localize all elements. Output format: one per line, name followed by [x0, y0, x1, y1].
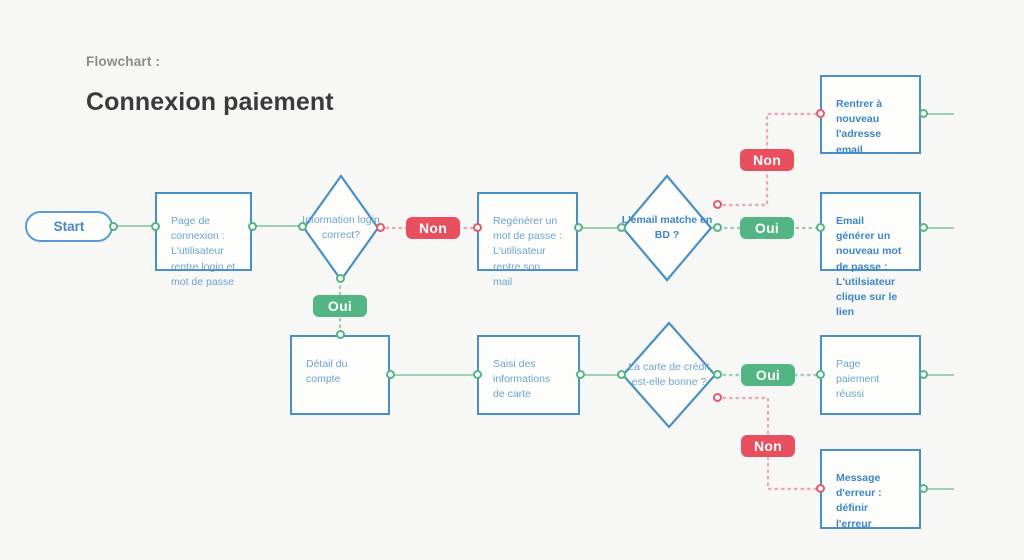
port-payment-success-in[interactable]: [816, 370, 825, 379]
diamond-shape: [621, 321, 717, 429]
port-card-valid-no[interactable]: [713, 393, 722, 402]
node-account-detail[interactable]: Détail du compte: [290, 335, 390, 415]
diamond-shape: [302, 174, 380, 282]
node-regen-password[interactable]: Regénérer un mot de passe : L'utilisateu…: [477, 192, 578, 288]
node-card-info-label: Saisi des informations de carte: [493, 358, 551, 401]
port-login-page-in[interactable]: [151, 222, 160, 231]
node-login-page-label: Page de connexion : L'utilisateur rentre…: [171, 215, 236, 288]
port-login-page-out[interactable]: [248, 222, 257, 231]
edge-label-text: Non: [752, 152, 782, 168]
port-account-detail-in[interactable]: [336, 330, 345, 339]
node-email-generated[interactable]: Email générer un nouveau mot de passe : …: [820, 192, 921, 318]
edge-label-card-yes[interactable]: Oui: [741, 364, 795, 386]
flowchart-canvas: Flowchart : Connexion paiement Start Pag…: [0, 0, 1024, 560]
port-payment-success-out[interactable]: [919, 370, 928, 379]
node-reenter-email[interactable]: Rentrer à nouveau l'adresse email: [820, 75, 921, 156]
edge-label-email-no[interactable]: Non: [740, 149, 794, 171]
port-regen-password-in[interactable]: [473, 223, 482, 232]
port-card-info-out[interactable]: [576, 370, 585, 379]
port-card-valid-in[interactable]: [617, 370, 626, 379]
edge-label-login-no[interactable]: Non: [406, 217, 460, 239]
node-start[interactable]: Start: [25, 211, 113, 242]
node-regen-password-label: Regénérer un mot de passe : L'utilisateu…: [493, 215, 562, 288]
port-card-valid-yes[interactable]: [713, 370, 722, 379]
node-payment-success-label: Page paiement réussi: [836, 358, 880, 401]
port-email-match-in[interactable]: [617, 223, 626, 232]
port-error-message-in[interactable]: [816, 484, 825, 493]
port-regen-password-out[interactable]: [574, 223, 583, 232]
port-login-check-yes[interactable]: [336, 274, 345, 283]
node-card-info[interactable]: Saisi des informations de carte: [477, 335, 580, 415]
node-account-detail-label: Détail du compte: [306, 358, 348, 386]
node-card-valid[interactable]: La carte de crédit est-elle bonne ?: [621, 321, 717, 429]
node-payment-success[interactable]: Page paiement réussi: [820, 335, 921, 415]
port-reenter-email-out[interactable]: [919, 109, 928, 118]
port-account-detail-out[interactable]: [386, 370, 395, 379]
page-title: Connexion paiement: [86, 88, 334, 116]
edge-label-text: Oui: [754, 220, 780, 236]
port-email-generated-in[interactable]: [816, 223, 825, 232]
node-error-message[interactable]: Message d'erreur : définir l'erreur: [820, 449, 921, 530]
node-email-match[interactable]: L'email matche en BD ?: [621, 174, 713, 282]
edge-label-text: Oui: [755, 367, 781, 383]
node-start-label: Start: [53, 219, 85, 234]
edge-label-login-yes[interactable]: Oui: [313, 295, 367, 317]
node-reenter-email-label: Rentrer à nouveau l'adresse email: [836, 98, 883, 156]
edge-label-text: Non: [418, 220, 448, 236]
node-error-message-label: Message d'erreur : définir l'erreur: [836, 472, 882, 530]
port-reenter-email-in[interactable]: [816, 109, 825, 118]
flowchart-kicker: Flowchart :: [86, 54, 161, 69]
edge-label-text: Non: [753, 438, 783, 454]
port-login-check-no[interactable]: [376, 223, 385, 232]
port-email-generated-out[interactable]: [919, 223, 928, 232]
edge-label-email-yes[interactable]: Oui: [740, 217, 794, 239]
diamond-shape: [621, 174, 713, 282]
port-email-match-yes[interactable]: [713, 223, 722, 232]
port-error-message-out[interactable]: [919, 484, 928, 493]
port-start-out[interactable]: [109, 222, 118, 231]
port-login-check-in[interactable]: [298, 222, 307, 231]
port-email-match-no[interactable]: [713, 200, 722, 209]
edge-label-card-no[interactable]: Non: [741, 435, 795, 457]
port-card-info-in[interactable]: [473, 370, 482, 379]
node-login-page[interactable]: Page de connexion : L'utilisateur rentre…: [155, 192, 252, 288]
edge-label-text: Oui: [327, 298, 353, 314]
node-login-check[interactable]: Information login correct?: [302, 174, 380, 282]
node-email-generated-label: Email générer un nouveau mot de passe : …: [836, 215, 902, 319]
